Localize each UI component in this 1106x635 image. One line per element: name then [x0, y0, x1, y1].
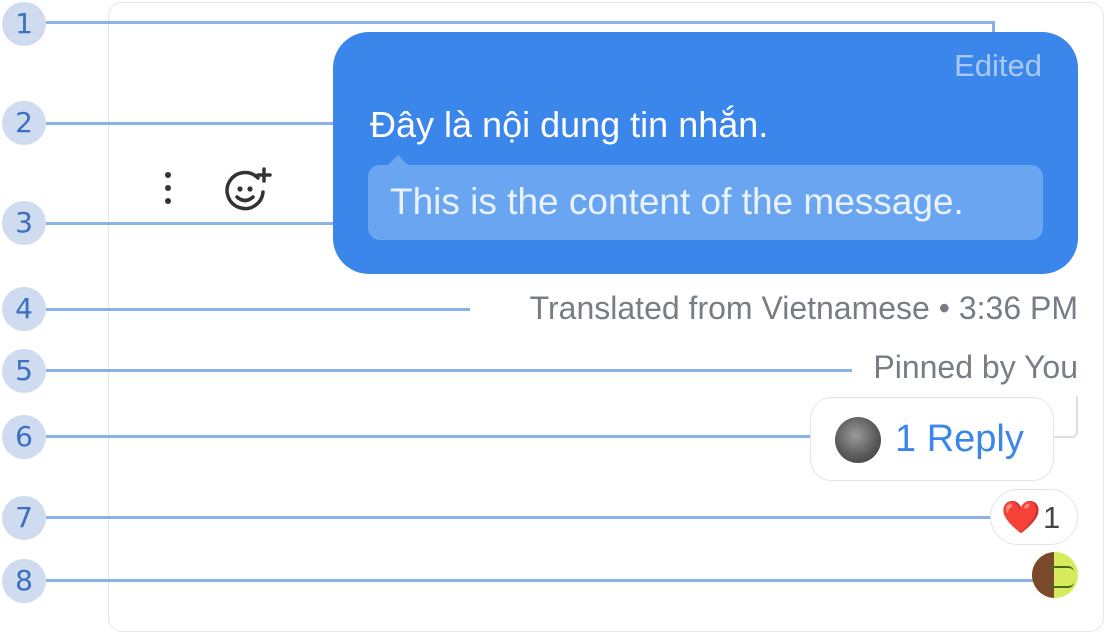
- edited-label: Edited: [954, 48, 1042, 83]
- translation-caret: [388, 155, 408, 165]
- callout-badge-8: 8: [2, 559, 46, 603]
- callout-badge-5: 5: [2, 349, 46, 393]
- add-reaction-icon: [225, 167, 272, 211]
- message-bubble[interactable]: Edited Đây là nội dung tin nhắn. This is…: [333, 32, 1078, 274]
- callout-badge-1: 1: [2, 2, 46, 46]
- reply-count-label: 1 Reply: [895, 418, 1024, 460]
- pinned-label: Pinned by You: [873, 349, 1078, 385]
- callout-line-7: [46, 516, 992, 519]
- thread-reply-button[interactable]: 1 Reply: [810, 397, 1054, 481]
- reply-avatar: [835, 417, 881, 463]
- read-receipt-avatar[interactable]: [1032, 552, 1078, 598]
- more-options-button[interactable]: [148, 166, 188, 210]
- callout-line-4: [46, 308, 470, 311]
- translated-message-text: This is the content of the message.: [390, 181, 964, 222]
- callout-line-3: [46, 222, 364, 225]
- callout-badge-6: 6: [2, 415, 46, 459]
- callout-badge-3: 3: [2, 201, 46, 245]
- heart-reaction-chip[interactable]: ❤️ 1: [990, 489, 1078, 545]
- callout-line-1: [46, 21, 994, 24]
- callout-badge-7: 7: [2, 496, 46, 540]
- callout-line-5: [46, 369, 852, 372]
- original-message-text: Đây là nội dung tin nhắn.: [370, 104, 769, 145]
- callout-line-6: [46, 435, 814, 438]
- callout-badge-4: 4: [2, 287, 46, 331]
- callout-line-8: [46, 579, 1034, 582]
- translation-box: This is the content of the message.: [368, 155, 1043, 240]
- heart-icon: ❤️: [1001, 498, 1041, 536]
- add-reaction-button[interactable]: [222, 166, 274, 216]
- more-vertical-icon: [165, 172, 171, 178]
- callout-line-2: [46, 122, 364, 125]
- reaction-count: 1: [1043, 500, 1061, 535]
- thread-connector: [1054, 396, 1078, 438]
- callout-badge-2: 2: [2, 101, 46, 145]
- translation-timestamp: Translated from Vietnamese • 3:36 PM: [529, 290, 1078, 326]
